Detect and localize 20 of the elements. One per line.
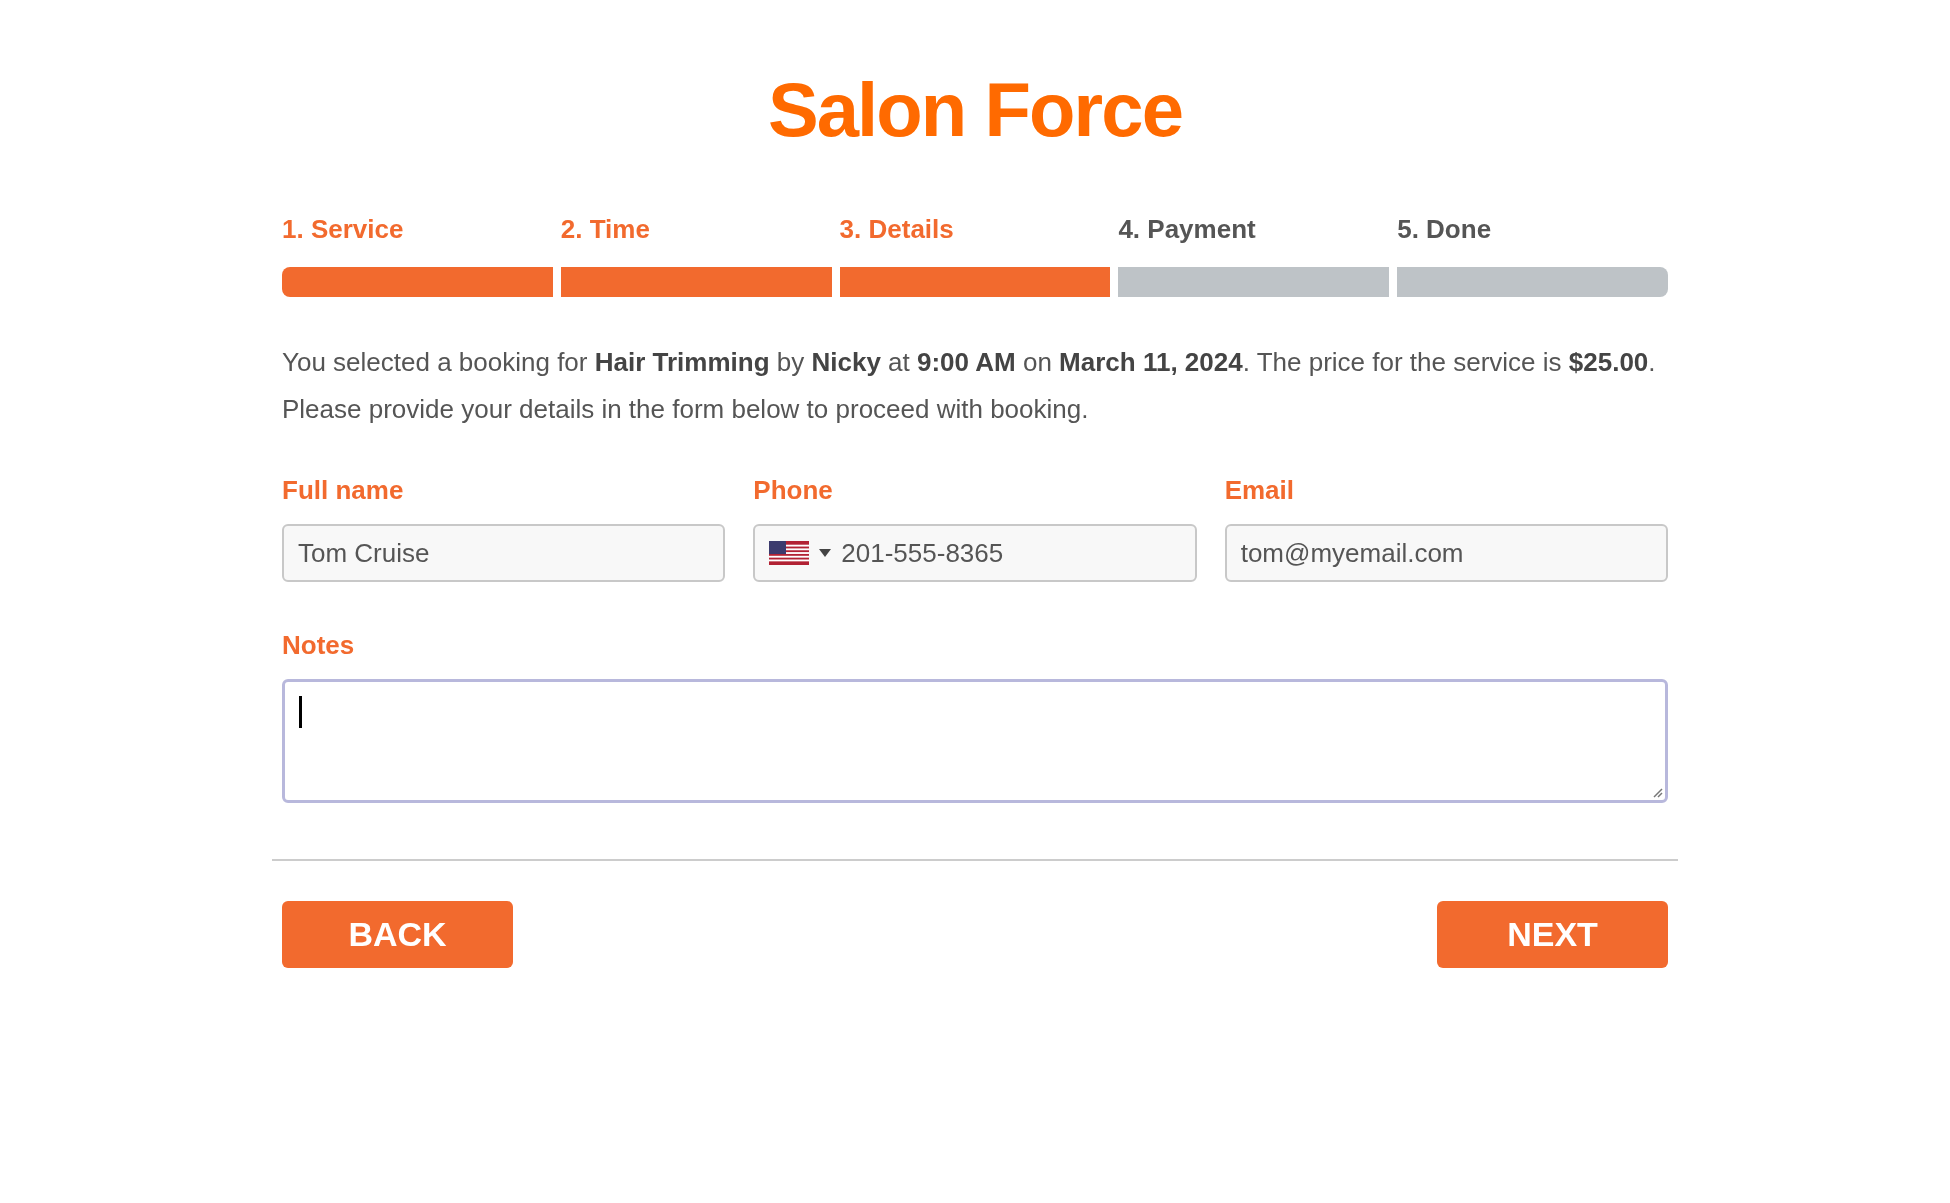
field-label: Email: [1224, 474, 1295, 507]
dropdown-caret-icon[interactable]: [819, 549, 832, 557]
field-label: Phone: [753, 474, 833, 507]
phone-field[interactable]: 201-555-8365: [753, 524, 1197, 582]
step-label: 4. Payment: [1118, 213, 1256, 246]
field-label: Full name: [282, 474, 404, 507]
field-label: Notes: [282, 629, 355, 662]
text-cursor: [299, 696, 302, 728]
booking-summary: You selected a booking for Hair Trimming by Nicky at 9:00 AM on March 11, 2024. The price for the service is $25.00.: [282, 346, 1657, 379]
flag-icon[interactable]: [769, 541, 810, 565]
resize-handle-icon[interactable]: [1651, 786, 1663, 798]
input-field[interactable]: Tom Cruise: [282, 524, 726, 582]
step-label: 3. Details: [839, 213, 954, 246]
app-title: Salon Force: [767, 72, 1183, 148]
step-label: 1. Service: [282, 213, 404, 246]
step-label: 5. Done: [1397, 213, 1492, 246]
notes-field[interactable]: [282, 679, 1668, 803]
instruction-text: Please provide your details in the form below to proceed with booking.: [282, 393, 1090, 426]
input-field[interactable]: tom@myemail.com: [1224, 524, 1668, 582]
step-label: 2. Time: [560, 213, 650, 246]
